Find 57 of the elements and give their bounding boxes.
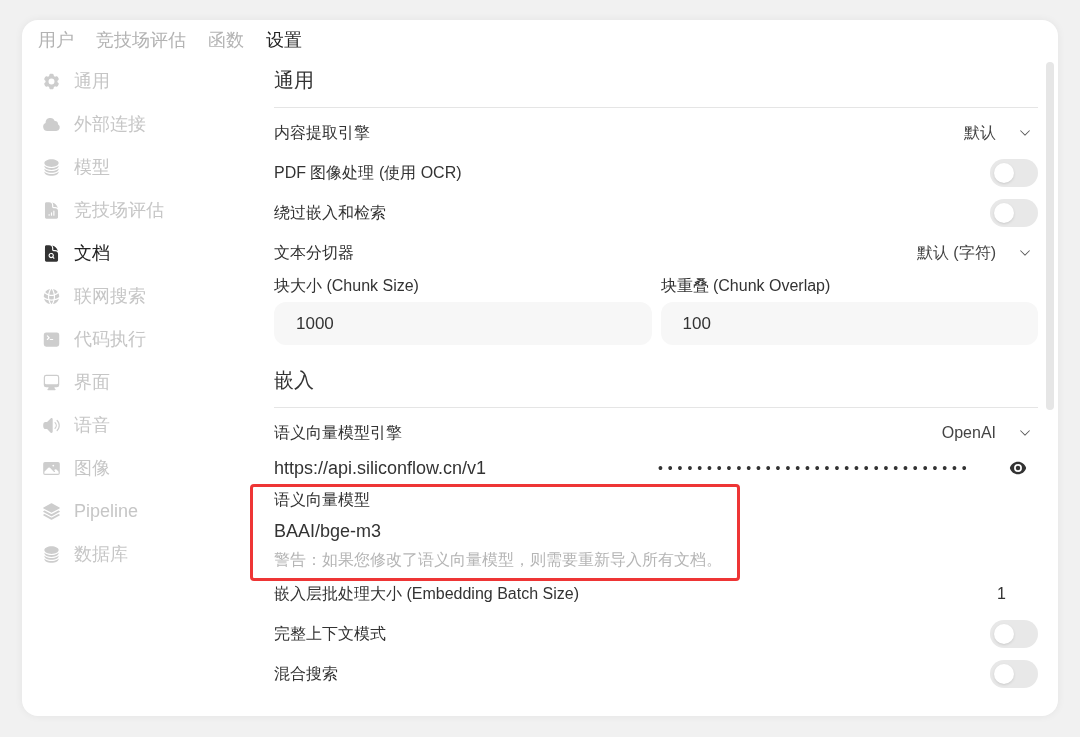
monitor-icon	[42, 373, 61, 392]
layers-icon	[42, 502, 61, 521]
database-icon	[42, 158, 61, 177]
setting-label: 语义向量模型	[274, 490, 370, 510]
dropdown-select[interactable]: OpenAI	[941, 421, 1038, 445]
database-icon	[42, 545, 61, 564]
dropdown-select[interactable]: 默认 (字符)	[916, 241, 1038, 265]
cloud-icon	[42, 115, 61, 134]
tab[interactable]: 竞技场评估	[96, 26, 186, 54]
eye-icon	[1009, 459, 1027, 477]
toggle-switch[interactable]	[990, 159, 1038, 187]
globe-icon	[42, 287, 61, 306]
setting-label: 完整上下文模式	[274, 624, 386, 644]
sidebar-item[interactable]: 竞技场评估	[74, 197, 164, 224]
setting-label: 内容提取引擎	[274, 123, 370, 143]
setting-label: 文本分切器	[274, 243, 354, 263]
toggle-switch[interactable]	[990, 199, 1038, 227]
tab[interactable]: 用户	[38, 26, 74, 54]
setting-label: 嵌入层批处理大小 (Embedding Batch Size)	[274, 584, 579, 604]
model-field[interactable]: BAAI/bge-m3	[274, 516, 694, 546]
number-field[interactable]: 1000	[274, 302, 652, 345]
setting-label: 绕过嵌入和检索	[274, 203, 386, 223]
terminal-icon	[42, 330, 61, 349]
image-icon	[42, 459, 61, 478]
toggle-switch[interactable]	[990, 620, 1038, 648]
setting-label: 块重叠 (Chunk Overlap)	[660, 276, 831, 296]
speaker-icon	[42, 416, 61, 435]
sidebar-item[interactable]: 语音	[74, 412, 110, 439]
sidebar-item[interactable]: 外部连接	[74, 111, 146, 138]
sidebar-item[interactable]: 文档	[74, 240, 110, 267]
scrollbar[interactable]	[1046, 62, 1054, 410]
sidebar-item[interactable]: Pipeline	[74, 498, 139, 525]
tab[interactable]: 函数	[208, 26, 244, 54]
document-chart-icon	[42, 201, 61, 220]
section-heading: 嵌入	[274, 368, 314, 393]
number-field[interactable]: 100	[660, 302, 1038, 345]
dropdown-select[interactable]: 默认	[964, 121, 1038, 145]
sidebar-item[interactable]: 联网搜索	[74, 283, 146, 310]
setting-value: 1	[997, 584, 1007, 604]
sidebar-item[interactable]: 通用	[74, 68, 110, 95]
gear-icon	[42, 72, 61, 91]
sidebar-item[interactable]: 数据库	[74, 541, 128, 568]
toggle-switch[interactable]	[990, 660, 1038, 688]
sidebar-item[interactable]: 模型	[74, 154, 110, 181]
setting-label: 语义向量模型引擎	[274, 423, 402, 443]
sidebar-item[interactable]: 界面	[74, 369, 110, 396]
warning-text: 警告：如果您修改了语义向量模型，则需要重新导入所有文档。	[274, 550, 722, 571]
sidebar-item[interactable]: 代码执行	[74, 326, 146, 353]
setting-label: PDF 图像处理 (使用 OCR)	[274, 163, 462, 183]
tab[interactable]: 设置	[266, 26, 302, 54]
setting-label: 混合搜索	[274, 664, 338, 684]
sidebar-item[interactable]: 图像	[74, 455, 110, 482]
api-key-field[interactable]: ••••••••••••••••••••••••••••••••	[658, 454, 1000, 482]
document-search-icon	[42, 244, 61, 263]
api-url-field[interactable]: https://api.siliconflow.cn/v1	[274, 454, 644, 482]
section-heading: 通用	[274, 68, 314, 93]
setting-label: 块大小 (Chunk Size)	[274, 276, 419, 296]
